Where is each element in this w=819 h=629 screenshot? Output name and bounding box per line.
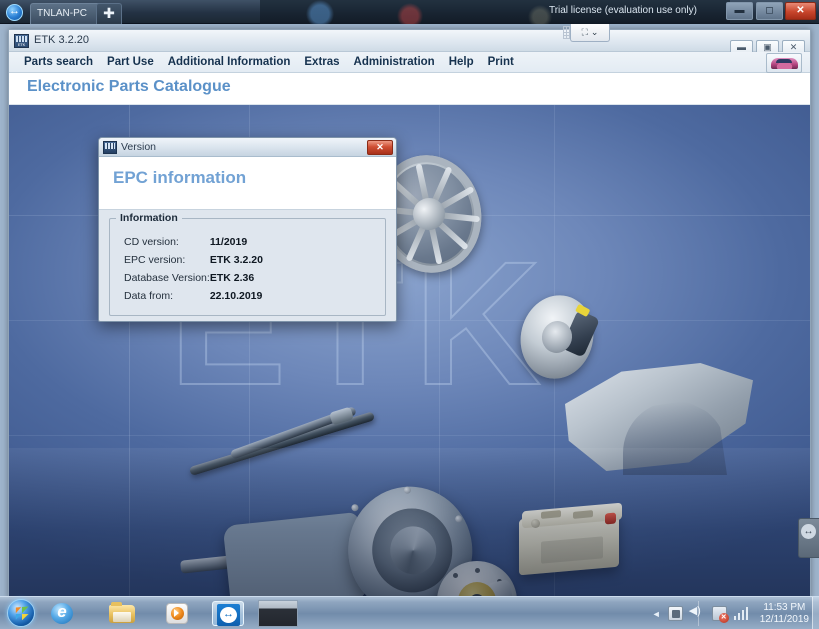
clock-date: 12/11/2019: [759, 613, 809, 625]
error-badge: ✕: [718, 613, 729, 623]
etk-titlebar: ETK 3.2.20 ▬ ▣ ✕: [9, 30, 810, 55]
table-row: Data from: 22.10.2019: [124, 287, 263, 305]
show-desktop-button[interactable]: [812, 597, 819, 629]
cd-version-label: CD version:: [124, 236, 179, 248]
version-dialog: Version ✕ EPC information Information CD…: [98, 137, 397, 322]
clock[interactable]: 11:53 PM 12/11/2019: [756, 602, 809, 626]
maximize-button[interactable]: ◻: [756, 2, 783, 20]
close-icon[interactable]: ✕: [367, 140, 393, 155]
version-dialog-hero: EPC information: [99, 157, 396, 210]
version-dialog-title: Version: [121, 141, 157, 153]
menu-part-use[interactable]: Part Use: [100, 53, 161, 72]
data-from-label: Data from:: [124, 290, 174, 302]
teamviewer-edge-tab[interactable]: [798, 518, 819, 558]
play-triangle-icon: [174, 609, 179, 617]
menu-parts-search[interactable]: Parts search: [17, 53, 100, 72]
table-row: CD version: 11/2019: [124, 233, 263, 251]
teamviewer-titlebar: TNLAN-PC ✕ ✚ Trial license (evaluation u…: [0, 0, 819, 24]
clock-time: 11:53 PM: [763, 601, 806, 613]
show-hidden-icons-arrow[interactable]: ◄: [652, 609, 661, 619]
table-row: Database Version: ETK 2.36: [124, 269, 263, 287]
windows-start-orb[interactable]: [7, 599, 35, 627]
fullscreen-icon[interactable]: ⛶: [582, 27, 588, 38]
etk-app-icon: [14, 34, 29, 48]
cd-version-value: 11/2019: [209, 236, 248, 248]
windows-logo-icon: [15, 606, 30, 621]
teamviewer-arrows-icon: [6, 3, 23, 21]
menu-administration[interactable]: Administration: [347, 53, 442, 72]
remote-desktop-surface[interactable]: ⛶ ⌄ ETK 3.2.20 ▬ ▣ ✕ Parts search Part U…: [0, 24, 819, 629]
teamviewer-floating-toolbar[interactable]: ⛶ ⌄: [563, 24, 610, 42]
trial-license-notice: Trial license (evaluation use only): [548, 5, 697, 16]
etk-menubar: Parts search Part Use Additional Informa…: [9, 52, 810, 73]
internet-explorer-icon: [51, 600, 73, 624]
version-info-table: CD version: 11/2019 EPC version: ETK 3.2…: [124, 233, 263, 305]
system-tray: ◄ ✕ 11:53 PM 12/11/2019: [642, 597, 815, 629]
windows-taskbar: ◄ ✕ 11:53 PM 12/11/2019: [0, 596, 819, 629]
teamviewer-window: TNLAN-PC ✕ ✚ Trial license (evaluation u…: [0, 0, 819, 629]
drag-handle[interactable]: [563, 26, 570, 39]
taskbar-item-windows-explorer[interactable]: [108, 601, 136, 626]
etk-application-window: ETK 3.2.20 ▬ ▣ ✕ Parts search Part Use A…: [8, 29, 811, 599]
page-title: Electronic Parts Catalogue: [27, 78, 231, 95]
version-dialog-body: Information CD version: 11/2019 EPC vers…: [99, 210, 396, 326]
epc-version-label: EPC version:: [124, 254, 186, 266]
network-error-icon[interactable]: ✕: [711, 606, 729, 623]
information-groupbox-legend: Information: [116, 212, 182, 224]
epc-information-heading: EPC information: [113, 168, 247, 187]
menu-help[interactable]: Help: [442, 53, 481, 72]
folder-icon: [109, 602, 135, 623]
taskbar-window-thumbnail[interactable]: [258, 600, 298, 627]
car-icon: [771, 58, 798, 69]
action-center-icon[interactable]: [667, 606, 683, 621]
menu-extras[interactable]: Extras: [297, 53, 346, 72]
taskbar-item-media-player[interactable]: [163, 601, 191, 626]
connection-tab-label: TNLAN-PC: [37, 8, 88, 19]
etk-window-title: ETK 3.2.20: [34, 34, 90, 46]
new-connection-tab-button[interactable]: ✚: [96, 3, 122, 24]
reflective-floor: [9, 448, 810, 598]
vehicle-selection-button[interactable]: [766, 53, 802, 73]
table-row: EPC version: ETK 3.2.20: [124, 251, 263, 269]
information-groupbox: Information CD version: 11/2019 EPC vers…: [109, 212, 386, 316]
signal-bars-icon[interactable]: [733, 607, 749, 620]
epc-version-value: ETK 3.2.20: [209, 254, 263, 266]
close-button[interactable]: ✕: [785, 2, 816, 20]
etk-header: Electronic Parts Catalogue: [9, 73, 810, 105]
etk-app-icon: [103, 141, 117, 154]
taskbar-item-teamviewer[interactable]: [212, 601, 244, 626]
version-dialog-titlebar: Version ✕: [99, 138, 396, 157]
taskbar-item-internet-explorer[interactable]: [48, 600, 76, 626]
menu-additional-information[interactable]: Additional Information: [161, 53, 298, 72]
database-version-label: Database Version:: [124, 272, 210, 284]
data-from-value: 22.10.2019: [209, 290, 263, 302]
chevron-down-icon[interactable]: ⌄: [591, 27, 599, 38]
database-version-value: ETK 2.36: [209, 272, 255, 284]
volume-icon[interactable]: [689, 604, 705, 621]
minimize-button[interactable]: ▬: [726, 2, 753, 20]
menu-print[interactable]: Print: [481, 53, 521, 72]
teamviewer-icon: [217, 604, 240, 626]
